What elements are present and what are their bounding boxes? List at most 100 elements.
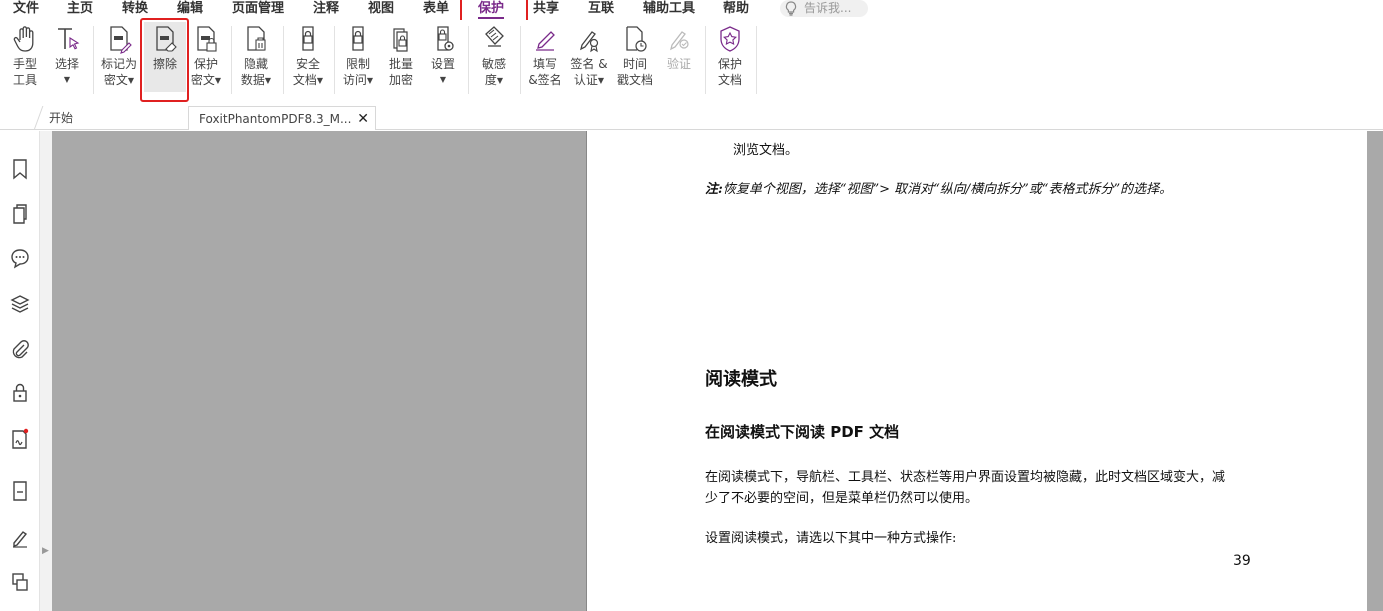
sign-pen-icon[interactable] <box>10 527 30 549</box>
certify-pen-icon <box>580 31 599 53</box>
sensitivity-label-1: 敏感 <box>481 57 506 71</box>
hide-data-icon <box>247 26 266 51</box>
batch-label-2: 加密 <box>388 73 413 87</box>
expand-arrow-icon: ▶ <box>42 546 49 556</box>
validate-button[interactable]: 验证 <box>660 24 698 72</box>
security-lock-icon[interactable] <box>10 382 30 404</box>
hand-tool-label-2: 工具 <box>12 73 37 87</box>
sensitivity-icon <box>485 26 504 47</box>
menu-form[interactable]: 表单 <box>423 0 449 20</box>
navigation-panel <box>0 131 40 611</box>
select-dropdown-caret: ▼ <box>63 75 71 84</box>
validate-label: 验证 <box>666 57 691 71</box>
tell-me-placeholder: 告诉我... <box>804 1 852 15</box>
protect-document-button[interactable]: 保护 文档 <box>710 24 750 88</box>
protect-doc-label-1: 保护 <box>717 57 742 71</box>
shield-star-icon <box>720 26 740 52</box>
lock-icon <box>302 26 314 51</box>
layers-icon[interactable] <box>10 293 30 315</box>
restrict-access-button[interactable]: 限制 访问▼ <box>338 24 378 89</box>
hand-tool-button[interactable]: 手型 工具 <box>6 24 44 88</box>
menu-convert[interactable]: 转换 <box>122 0 148 20</box>
menu-comment[interactable]: 注释 <box>313 0 339 20</box>
menu-view[interactable]: 视图 <box>368 0 394 20</box>
secure-doc-label-2: 文档▼ <box>292 73 324 87</box>
batch-label-1: 批量 <box>388 57 413 71</box>
note-text: 恢复单个视图，选择“视图”> 取消对“纵向/横向拆分”或“表格式拆分”的选择。 <box>722 182 1173 197</box>
page-text-line: 浏览文档。 <box>733 143 799 158</box>
sign-certify-button[interactable]: 签名 & 认证▼ <box>568 24 610 89</box>
hand-icon <box>13 26 34 52</box>
settings-label: 设置 <box>430 57 455 71</box>
ribbon-separator <box>520 26 521 94</box>
mark-for-redaction-button[interactable]: 标记为 密文▼ <box>98 24 140 89</box>
page-number: 39 <box>1233 553 1251 569</box>
apply-redaction-label-1: 保护 <box>193 57 218 71</box>
ribbon-separator <box>468 26 469 94</box>
mark-redaction-label-2: 密文▼ <box>103 73 135 87</box>
menu-edit[interactable]: 编辑 <box>177 0 203 20</box>
sensitivity-button[interactable]: 敏感 度▼ <box>474 24 514 89</box>
settings-dropdown-caret: ▼ <box>439 75 447 84</box>
content-panel-icon[interactable] <box>10 480 30 502</box>
document-tab-bar: 开始 FoxitPhantomPDF8.3_M... ✕ <box>0 104 1383 130</box>
batch-encrypt-button[interactable]: 批量 加密 <box>382 24 420 88</box>
restrict-access-icon <box>352 26 364 51</box>
ribbon-separator <box>283 26 284 94</box>
pages-thumbnail-icon[interactable] <box>10 203 30 225</box>
fill-sign-label-1: 填写 <box>532 57 557 71</box>
pdf-page: 浏览文档。 注:恢复单个视图，选择“视图”> 取消对“纵向/横向拆分”或“表格式… <box>586 131 1367 611</box>
secure-document-button[interactable]: 安全 文档▼ <box>288 24 328 89</box>
select-tool-button[interactable]: 选择 ▼ <box>50 24 84 88</box>
secure-doc-label-1: 安全 <box>295 57 320 71</box>
ribbon-separator <box>334 26 335 94</box>
ribbon-separator <box>231 26 232 94</box>
menu-file[interactable]: 文件 <box>13 0 39 20</box>
erase-button-highlight <box>140 18 189 102</box>
mark-redaction-icon <box>110 26 132 54</box>
canvas-right-margin <box>1367 131 1383 611</box>
timestamp-clock-icon <box>626 26 647 52</box>
attachment-icon[interactable] <box>10 338 30 360</box>
pen-sign-icon <box>536 31 555 51</box>
sign-certify-label-2: 认证▼ <box>573 73 605 87</box>
settings-gear-icon <box>437 26 454 51</box>
menu-share[interactable]: 共享 <box>533 0 559 20</box>
close-tab-icon[interactable]: ✕ <box>357 107 369 131</box>
ribbon-separator <box>93 26 94 94</box>
security-settings-button[interactable]: 设置 ▼ <box>424 24 462 88</box>
menu-bar: 文件 主页 转换 编辑 页面管理 注释 视图 表单 保护 共享 互联 辅助工具 … <box>0 0 1383 20</box>
timestamp-button[interactable]: 时间 戳文档 <box>614 24 656 88</box>
page-heading-2: 在阅读模式下阅读 PDF 文档 <box>705 423 900 441</box>
panel-expander[interactable]: ▶ <box>40 131 52 611</box>
select-text-icon <box>58 28 80 50</box>
apply-redaction-button[interactable]: 保护 密文▼ <box>188 24 224 89</box>
tell-me-search[interactable]: 告诉我... <box>780 0 868 17</box>
comments-icon[interactable] <box>10 247 30 269</box>
menu-connect[interactable]: 互联 <box>588 0 614 20</box>
timestamp-label-2: 戳文档 <box>616 73 653 87</box>
note-label: 注: <box>705 182 723 197</box>
signature-panel-icon[interactable] <box>10 428 30 450</box>
page-note: 注:恢复单个视图，选择“视图”> 取消对“纵向/横向拆分”或“表格式拆分”的选择… <box>705 178 1172 197</box>
hide-data-button[interactable]: 隐藏 数据▼ <box>236 24 276 89</box>
timestamp-label-1: 时间 <box>622 57 647 71</box>
hide-data-label-1: 隐藏 <box>243 57 268 71</box>
menu-help[interactable]: 帮助 <box>723 0 749 20</box>
hide-data-label-2: 数据▼ <box>240 73 272 87</box>
bookmark-icon[interactable] <box>10 158 30 180</box>
batch-encrypt-icon <box>393 28 408 52</box>
tab-start[interactable]: 开始 <box>33 106 203 130</box>
tab-document[interactable]: FoxitPhantomPDF8.3_M... ✕ <box>188 106 376 130</box>
validate-pen-icon <box>670 31 689 51</box>
menu-organize[interactable]: 页面管理 <box>232 0 284 20</box>
hand-tool-label-1: 手型 <box>12 57 37 71</box>
menu-home[interactable]: 主页 <box>67 0 93 20</box>
page-paragraph-1a: 在阅读模式下，导航栏、工具栏、状态栏等用户界面设置均被隐藏，此时文档区域变大，减 <box>705 470 1226 485</box>
apply-redaction-label-2: 密文▼ <box>190 73 222 87</box>
ribbon-separator <box>705 26 706 94</box>
compare-pages-icon[interactable] <box>10 571 30 593</box>
menu-accessibility[interactable]: 辅助工具 <box>643 0 695 20</box>
fill-sign-label-2: &签名 <box>528 73 562 87</box>
fill-sign-button[interactable]: 填写 &签名 <box>526 24 564 88</box>
